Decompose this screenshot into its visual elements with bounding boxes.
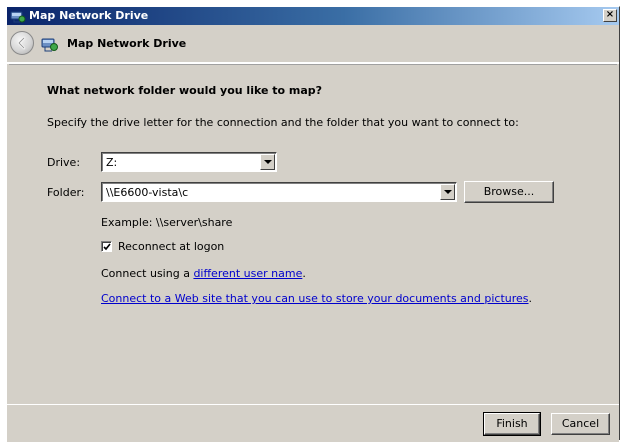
network-drive-icon (10, 9, 26, 23)
close-icon[interactable]: × (603, 9, 617, 22)
checkmark-icon (103, 243, 111, 251)
drive-letter-value: Z: (106, 156, 118, 169)
reconnect-label[interactable]: Reconnect at logon (118, 240, 224, 253)
folder-path-value: \\E6600-vista\c (106, 186, 189, 199)
title-bar[interactable]: Map Network Drive × (7, 7, 619, 25)
connect-user-prefix: Connect using a (101, 267, 194, 280)
chevron-down-icon[interactable] (260, 154, 275, 170)
back-arrow-icon[interactable] (10, 31, 34, 55)
wizard-header: Map Network Drive (7, 25, 619, 64)
window-title: Map Network Drive (29, 9, 149, 22)
sub-instruction: Specify the drive letter for the connect… (47, 116, 519, 129)
wizard-title: Map Network Drive (67, 37, 187, 50)
folder-path-combobox[interactable]: \\E6600-vista\c (101, 182, 457, 202)
connect-user-line: Connect using a different user name. (101, 267, 306, 280)
drive-letter-select[interactable]: Z: (101, 152, 277, 172)
drive-label: Drive: (47, 156, 81, 169)
reconnect-checkbox[interactable] (101, 241, 112, 252)
chevron-down-icon[interactable] (440, 184, 455, 200)
main-instruction: What network folder would you like to ma… (47, 84, 323, 97)
folder-label: Folder: (47, 186, 85, 199)
browse-button[interactable]: Browse... (464, 181, 554, 203)
web-site-link[interactable]: Connect to a Web site that you can use t… (101, 292, 529, 305)
wizard-content: What network folder would you like to ma… (9, 64, 617, 404)
web-site-line: Connect to a Web site that you can use t… (101, 292, 532, 305)
cancel-button[interactable]: Cancel (551, 413, 610, 435)
wizard-footer: Finish Cancel (7, 404, 619, 442)
connect-user-suffix: . (302, 267, 306, 280)
web-site-suffix: . (528, 292, 533, 305)
finish-button[interactable]: Finish (483, 412, 541, 436)
example-text: Example: \\server\share (101, 216, 233, 229)
network-drive-icon (41, 36, 59, 52)
map-network-drive-window: Map Network Drive × Map Network Drive Wh… (6, 6, 620, 442)
different-user-link[interactable]: different user name (193, 267, 302, 280)
